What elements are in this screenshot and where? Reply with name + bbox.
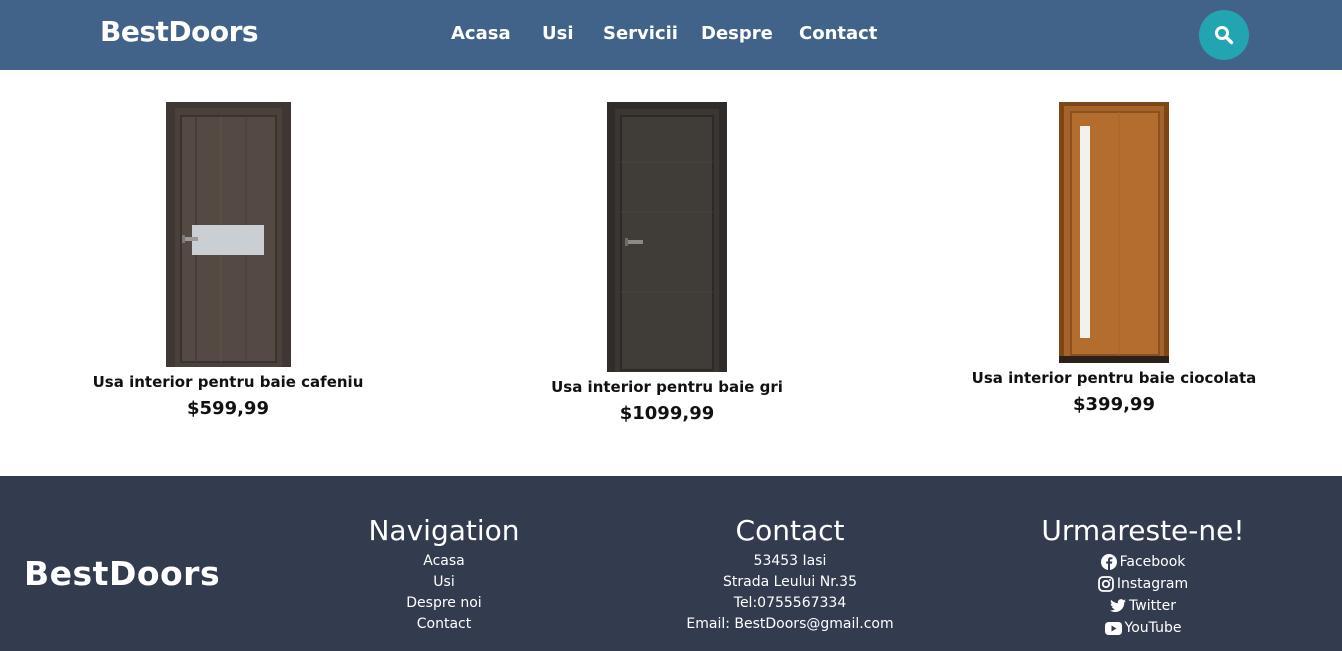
youtube-icon: [1104, 621, 1122, 635]
facebook-icon: [1100, 554, 1117, 570]
product-name[interactable]: Usa interior pentru baie ciocolata: [969, 369, 1259, 387]
site-footer: BestDoors Navigation Acasa Usi Despre no…: [0, 476, 1342, 651]
search-button[interactable]: [1199, 10, 1249, 60]
nav-link-despre[interactable]: Despre: [701, 23, 773, 44]
product-price: $599,99: [187, 398, 269, 419]
footer-link-contact[interactable]: Contact: [417, 616, 471, 632]
product-card[interactable]: Usa interior pentru baie ciocolata $399,…: [969, 102, 1259, 415]
main-nav: Acasa Usi Servicii Despre Contact: [0, 23, 1342, 47]
footer-link-acasa[interactable]: Acasa: [423, 553, 464, 569]
nav-link-servicii[interactable]: Servicii: [603, 23, 678, 44]
social-label-twitter: Twitter: [1129, 598, 1176, 614]
footer-navigation-title: Navigation: [368, 514, 520, 547]
instagram-icon: [1097, 576, 1114, 592]
social-link-facebook[interactable]: Facebook: [1023, 551, 1263, 573]
product-image[interactable]: [165, 102, 291, 367]
nav-link-contact[interactable]: Contact: [799, 23, 877, 44]
nav-link-acasa[interactable]: Acasa: [451, 23, 511, 44]
footer-logo: BestDoors: [24, 554, 221, 593]
contact-street: Strada Leului Nr.35: [723, 574, 857, 590]
footer-social-title: Urmareste-ne!: [1041, 514, 1245, 547]
footer-contact: Contact 53453 Iasi Strada Leului Nr.35 T…: [670, 514, 910, 635]
social-label-youtube: YouTube: [1124, 620, 1182, 636]
footer-contact-title: Contact: [735, 514, 845, 547]
contact-phone: Tel:0755567334: [733, 595, 847, 611]
social-link-twitter[interactable]: Twitter: [1023, 595, 1263, 617]
site-header: BestDoors Acasa Usi Servicii Despre Cont…: [0, 0, 1342, 70]
social-link-instagram[interactable]: Instagram: [1023, 573, 1263, 595]
footer-link-despre-noi[interactable]: Despre noi: [406, 595, 481, 611]
product-card[interactable]: Usa interior pentru baie cafeniu $599,99: [88, 102, 368, 419]
social-label-facebook: Facebook: [1119, 554, 1186, 570]
product-card[interactable]: Usa interior pentru baie gri $1099,99: [527, 102, 807, 424]
social-label-instagram: Instagram: [1116, 576, 1189, 592]
footer-navigation: Navigation Acasa Usi Despre noi Contact: [344, 514, 544, 635]
product-image[interactable]: [607, 102, 727, 372]
product-name[interactable]: Usa interior pentru baie gri: [527, 378, 807, 396]
search-icon: [1215, 26, 1234, 45]
contact-city: 53453 Iasi: [753, 553, 827, 569]
footer-link-usi[interactable]: Usi: [433, 574, 454, 590]
contact-email: Email: BestDoors@gmail.com: [686, 616, 894, 632]
twitter-icon: [1110, 599, 1127, 612]
footer-social: Urmareste-ne! Facebook Instagram Twitter: [1023, 514, 1263, 639]
product-name[interactable]: Usa interior pentru baie cafeniu: [88, 373, 368, 391]
product-image[interactable]: [1059, 102, 1169, 363]
social-link-youtube[interactable]: YouTube: [1023, 617, 1263, 639]
product-price: $399,99: [1073, 394, 1155, 415]
nav-link-usi[interactable]: Usi: [542, 23, 574, 44]
product-price: $1099,99: [619, 403, 715, 424]
